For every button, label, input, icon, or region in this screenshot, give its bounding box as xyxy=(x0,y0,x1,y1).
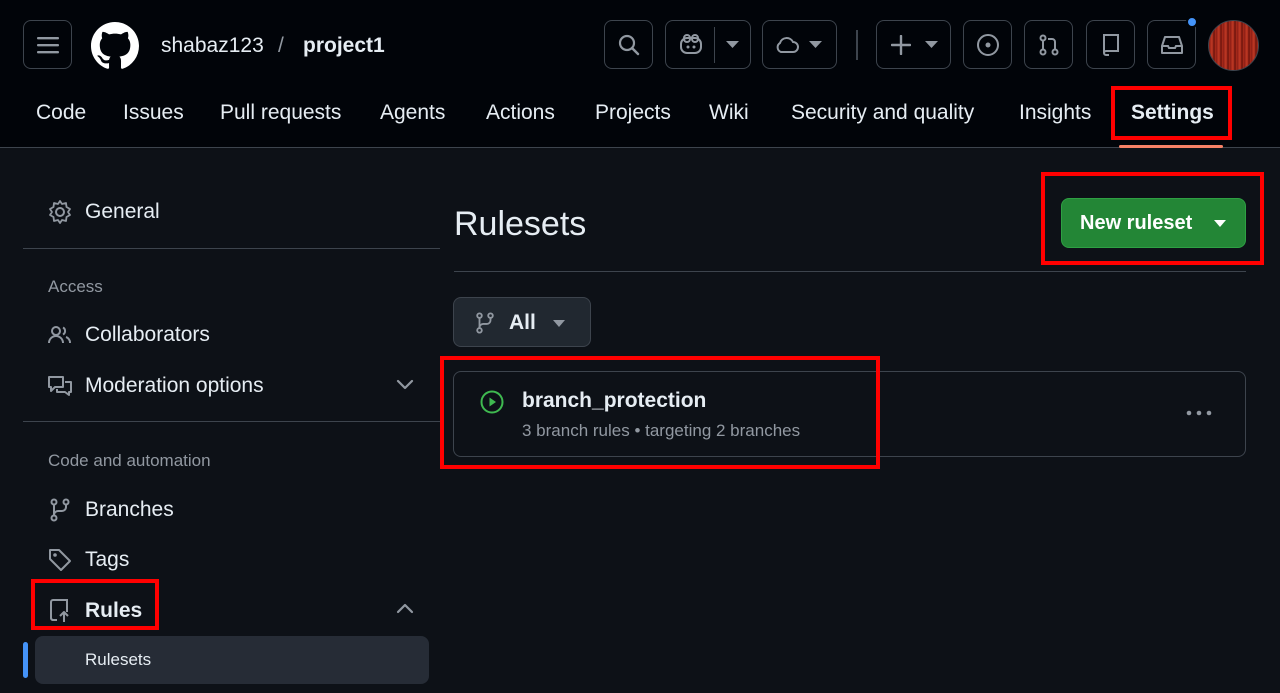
codespaces-button[interactable] xyxy=(762,20,837,69)
hamburger-icon xyxy=(36,36,59,53)
sidebar-divider xyxy=(23,421,440,422)
gear-icon xyxy=(46,198,74,226)
triangle-down-icon xyxy=(553,320,565,327)
chevron-down-icon[interactable] xyxy=(394,373,416,395)
git-branch-icon xyxy=(46,496,74,524)
chevron-down-icon xyxy=(726,41,739,48)
inbox-icon xyxy=(1160,35,1183,54)
ruleset-list-item[interactable]: branch_protection 3 branch rules • targe… xyxy=(453,371,1246,457)
tab-pull-requests[interactable]: Pull requests xyxy=(220,98,341,128)
github-logo-icon[interactable] xyxy=(91,22,139,70)
tab-actions[interactable]: Actions xyxy=(486,98,555,128)
sidebar-item-label: Rulesets xyxy=(85,650,152,669)
header-divider xyxy=(856,30,858,60)
chevron-up-icon[interactable] xyxy=(394,598,416,620)
tab-agents[interactable]: Agents xyxy=(380,98,445,128)
search-button[interactable] xyxy=(604,20,653,69)
repo-owner-link[interactable]: shabaz123 xyxy=(161,33,264,59)
sidebar-item-label: Branches xyxy=(85,498,174,521)
sidebar-item-tags[interactable]: Tags xyxy=(46,545,129,575)
title-divider xyxy=(454,271,1246,272)
branch-filter-button[interactable]: All xyxy=(453,297,591,347)
notification-dot xyxy=(1186,16,1198,28)
plus-icon xyxy=(891,34,911,55)
sidebar-item-label: General xyxy=(85,200,160,223)
sidebar-item-branches[interactable]: Branches xyxy=(46,495,174,525)
sidebar-item-general[interactable]: General xyxy=(46,197,160,227)
sidebar-heading-code-automation: Code and automation xyxy=(48,451,211,470)
sidebar-item-rulesets[interactable]: Rulesets xyxy=(35,636,429,684)
copilot-button[interactable] xyxy=(665,20,751,69)
sidebar-item-label: Tags xyxy=(85,548,130,571)
new-ruleset-label: New ruleset xyxy=(1080,212,1193,234)
tab-issues[interactable]: Issues xyxy=(123,98,184,128)
avatar[interactable] xyxy=(1208,20,1259,71)
copilot-icon xyxy=(680,33,702,54)
tab-wiki[interactable]: Wiki xyxy=(709,98,749,128)
people-icon xyxy=(46,321,74,349)
new-ruleset-button[interactable]: New ruleset xyxy=(1061,198,1246,248)
repo-push-icon xyxy=(46,597,74,625)
repo-name-link[interactable]: project1 xyxy=(303,33,385,59)
ruleset-name-link[interactable]: branch_protection xyxy=(522,389,706,413)
tag-icon xyxy=(46,546,74,574)
sidebar-heading-access: Access xyxy=(48,277,103,296)
sidebar-item-moderation[interactable]: Moderation options xyxy=(46,371,264,401)
create-new-button[interactable] xyxy=(876,20,951,69)
git-branch-icon xyxy=(476,312,494,334)
sidebar-item-label: Collaborators xyxy=(85,323,210,346)
cloud-icon xyxy=(776,36,799,53)
sidebar-item-rules[interactable]: Rules xyxy=(46,596,142,626)
tab-insights[interactable]: Insights xyxy=(1019,98,1091,128)
ruleset-summary: 3 branch rules • targeting 2 branches xyxy=(522,421,801,440)
search-icon xyxy=(618,34,639,55)
tab-security[interactable]: Security and quality xyxy=(791,98,974,128)
tab-projects[interactable]: Projects xyxy=(595,98,671,128)
comment-discussion-icon xyxy=(46,372,74,400)
tab-settings[interactable]: Settings xyxy=(1131,98,1214,128)
play-status-icon xyxy=(480,390,504,414)
sidebar-item-label: Rules xyxy=(85,599,143,622)
issues-button[interactable] xyxy=(963,20,1012,69)
pull-requests-button[interactable] xyxy=(1024,20,1073,69)
breadcrumb-separator: / xyxy=(278,34,284,57)
branch-filter-label: All xyxy=(509,311,536,334)
repo-icon xyxy=(1102,33,1119,56)
git-pull-request-icon xyxy=(1039,34,1058,55)
issue-opened-icon xyxy=(976,33,999,56)
triangle-down-icon xyxy=(1214,220,1226,227)
kebab-horizontal-icon[interactable] xyxy=(1182,400,1216,426)
repo-header: shabaz123 / project1 Code Issues Pull re… xyxy=(0,0,1280,148)
menu-button[interactable] xyxy=(23,20,72,69)
active-item-indicator xyxy=(23,642,28,678)
active-tab-underline xyxy=(1119,145,1223,148)
repositories-button[interactable] xyxy=(1086,20,1135,69)
tab-code[interactable]: Code xyxy=(36,98,86,128)
chevron-down-icon xyxy=(925,41,938,48)
page-title: Rulesets xyxy=(454,205,587,243)
chevron-down-icon xyxy=(809,41,822,48)
sidebar-item-label: Moderation options xyxy=(85,374,264,397)
sidebar-item-collaborators[interactable]: Collaborators xyxy=(46,320,210,350)
sidebar-divider xyxy=(23,248,440,249)
